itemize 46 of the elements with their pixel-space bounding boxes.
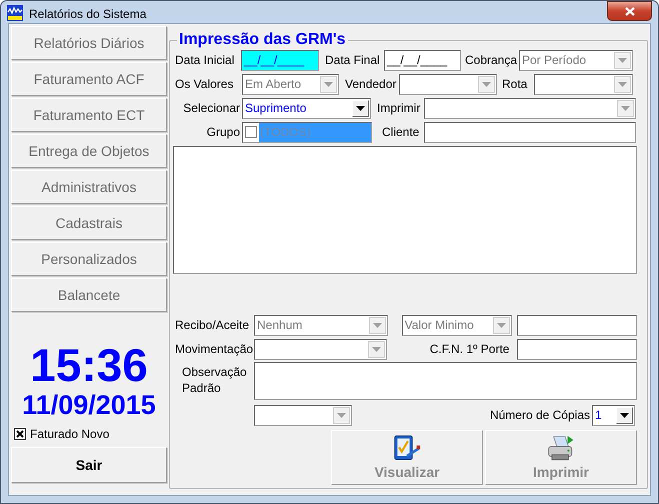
caret-icon [352, 100, 369, 116]
text-field[interactable] [517, 338, 637, 360]
field-label: Cobrança [464, 52, 518, 69]
caret-icon [320, 76, 337, 92]
date-field[interactable]: __/__/____ [384, 50, 461, 70]
printer-icon [546, 435, 576, 463]
text-field[interactable] [517, 314, 637, 336]
form-title: Impressão das GRM's [178, 32, 347, 48]
caret-icon [368, 340, 386, 358]
field-label: Imprimir [376, 100, 422, 117]
caret-icon [616, 406, 633, 424]
dropdown[interactable]: Suprimento [242, 98, 371, 118]
field-label: Recibo/Aceite [174, 317, 250, 334]
field-label: Rota [501, 76, 528, 93]
text-field[interactable] [424, 122, 636, 142]
field-label: Cliente [381, 124, 420, 141]
field-label: Grupo [206, 124, 241, 141]
field-label: C.F.N. 1º Porte [428, 341, 510, 358]
field-label: Data Inicial [174, 52, 236, 69]
text-area[interactable] [254, 362, 637, 400]
checkbox[interactable] [14, 428, 26, 440]
caret-icon [493, 316, 510, 334]
field-label: Movimentação [174, 341, 254, 358]
app-icon [7, 5, 23, 21]
field-label: Data Final [324, 52, 381, 69]
field-label: Selecionar [182, 100, 241, 117]
caret-icon [617, 100, 634, 116]
date-field[interactable]: __/__/____ [241, 50, 319, 70]
checkbox-label: Faturado Novo [30, 426, 110, 443]
caret-icon [333, 406, 350, 424]
field-label: Os Valores [174, 76, 234, 93]
exit-button[interactable]: Sair [11, 447, 167, 483]
caret-icon [614, 76, 631, 92]
close-button[interactable] [607, 1, 652, 21]
dropdown[interactable]: 1 [592, 404, 635, 426]
caret-icon [614, 52, 631, 68]
caret-icon [478, 76, 495, 92]
close-icon [624, 6, 634, 16]
window-title: Relatórios do Sistema [29, 6, 146, 23]
field-label: Observação Padrão [181, 364, 248, 396]
field-label: Vendedor [344, 76, 398, 93]
clock-time: 15:36 [29, 342, 149, 388]
clock-date: 11/09/2015 [21, 392, 157, 419]
checkbox[interactable] [245, 126, 257, 138]
caret-icon [368, 316, 386, 334]
field-label: Número de Cópias [488, 407, 591, 424]
